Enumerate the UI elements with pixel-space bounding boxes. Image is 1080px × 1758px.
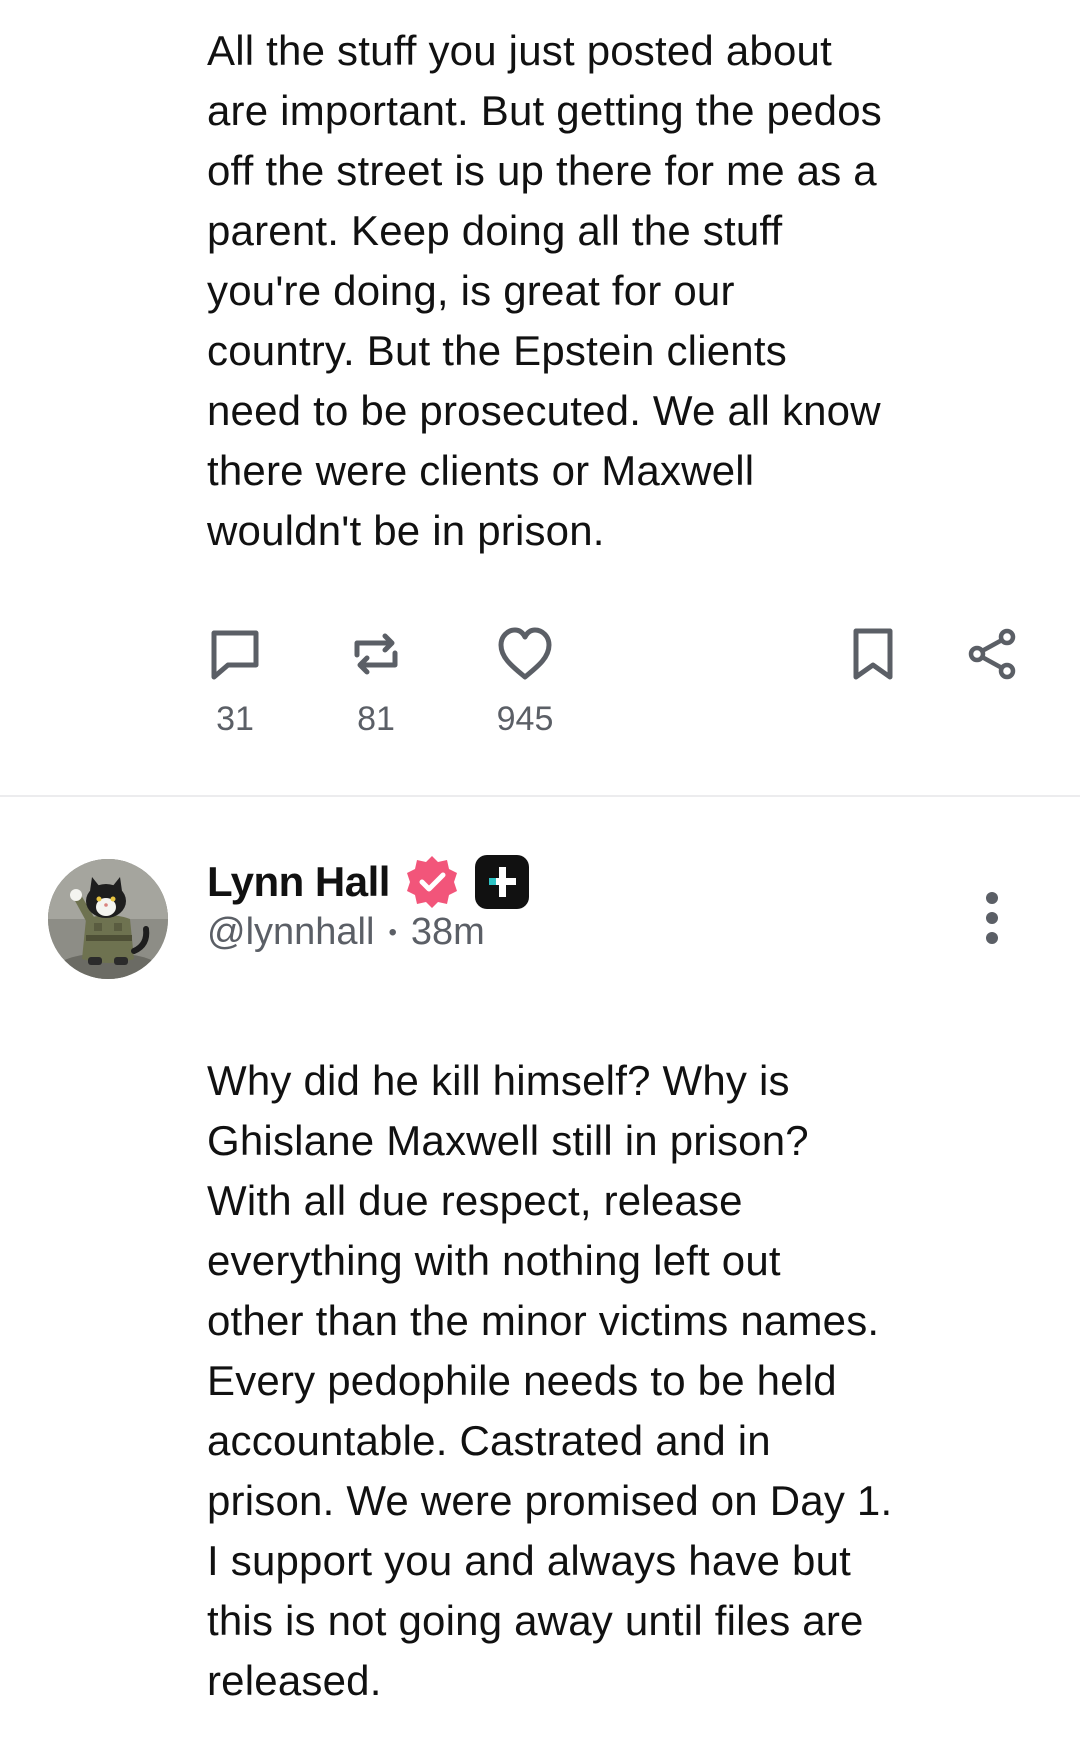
share-button[interactable] — [932, 625, 1052, 683]
post-meta: @lynnhall • 38m — [207, 911, 485, 954]
like-button[interactable]: 945 — [465, 625, 585, 739]
like-count: 945 — [496, 700, 554, 738]
avatar[interactable] — [48, 859, 168, 979]
heart-icon — [498, 627, 552, 680]
post-divider — [0, 795, 1080, 797]
reply-count: 31 — [216, 700, 254, 738]
plus-badge-icon — [474, 855, 529, 909]
author-row: Lynn Hall — [207, 850, 532, 914]
comment-icon — [211, 630, 259, 680]
post-text: All the stuff you just posted about are … — [207, 27, 882, 554]
cat-soldier-avatar-icon — [48, 859, 168, 979]
bookmark-button[interactable] — [813, 625, 933, 683]
meta-separator: • — [388, 918, 397, 946]
post-actions-bar: 31 81 945 — [0, 625, 1080, 755]
repost-button[interactable]: 81 — [316, 625, 436, 739]
more-options-button[interactable] — [972, 890, 1012, 946]
author-handle[interactable]: @lynnhall — [207, 911, 374, 954]
reply-button[interactable]: 31 — [175, 625, 295, 739]
verified-icon — [406, 856, 457, 908]
post-time: 38m — [410, 911, 485, 953]
author-name[interactable]: Lynn Hall — [207, 858, 390, 906]
repost-count: 81 — [357, 700, 395, 738]
share-icon — [968, 628, 1016, 680]
repost-icon — [354, 633, 398, 675]
bookmark-icon — [853, 628, 893, 680]
more-vertical-icon — [986, 892, 998, 944]
post-text: Why did he kill himself? Why is Ghislane… — [207, 1057, 893, 1704]
